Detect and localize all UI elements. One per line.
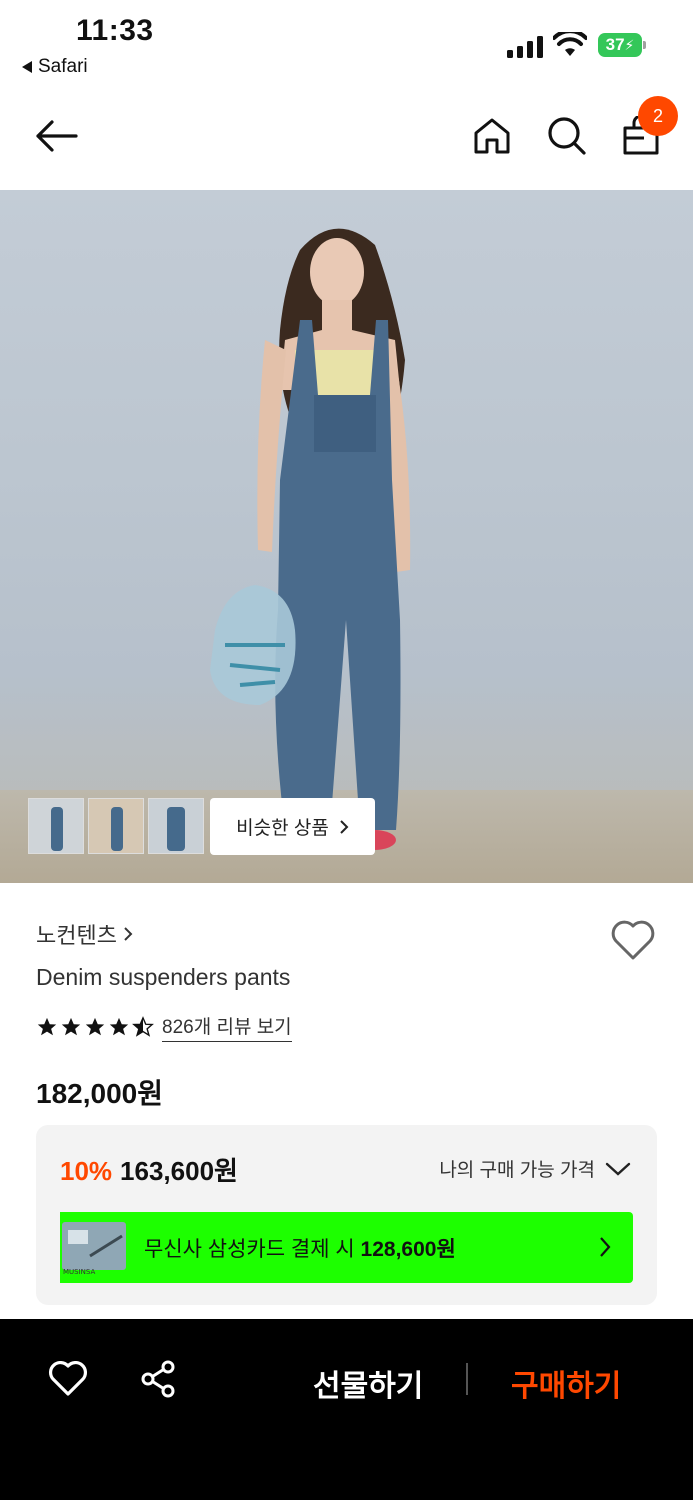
discount-price: 163,600원 bbox=[120, 1156, 238, 1186]
home-button[interactable] bbox=[468, 112, 516, 160]
cart-count-badge: 2 bbox=[638, 96, 678, 136]
chevron-right-icon bbox=[124, 927, 133, 941]
cellular-signal-icon bbox=[507, 34, 543, 58]
wifi-icon bbox=[553, 32, 587, 56]
price-box: 10% 163,600원 나의 구매 가능 가격 MUSINSA 무신사 삼성카드… bbox=[36, 1125, 657, 1305]
star-icon bbox=[37, 1017, 57, 1036]
thumbnail-3[interactable] bbox=[148, 798, 204, 854]
heart-icon[interactable] bbox=[610, 918, 656, 962]
similar-products-label: 비슷한 상품 bbox=[236, 818, 329, 839]
half-star-icon bbox=[132, 1016, 154, 1037]
my-price-toggle[interactable]: 나의 구매 가능 가격 bbox=[439, 1155, 631, 1182]
back-button[interactable] bbox=[32, 112, 80, 160]
card-offer-text: 무신사 삼성카드 결제 시 128,600원 bbox=[144, 1233, 456, 1263]
battery-level: 37 bbox=[605, 35, 625, 54]
thumbnail-strip bbox=[28, 798, 204, 854]
chevron-down-icon bbox=[605, 1162, 631, 1176]
like-button[interactable] bbox=[44, 1355, 92, 1403]
back-triangle-icon bbox=[22, 61, 32, 73]
thumbnail-1[interactable] bbox=[28, 798, 84, 854]
gift-button[interactable]: 선물하기 bbox=[313, 1361, 423, 1405]
status-bar: 11:33 Safari 37 ⚡ bbox=[0, 0, 693, 90]
status-time: 11:33 bbox=[76, 14, 154, 47]
heart-icon bbox=[49, 1361, 87, 1396]
discount-rate: 10% bbox=[60, 1156, 113, 1186]
card-offer-banner[interactable]: MUSINSA 무신사 삼성카드 결제 시 128,600원 bbox=[60, 1212, 633, 1283]
model-illustration bbox=[210, 228, 411, 850]
card-offer-prefix: 무신사 삼성카드 결제 시 bbox=[144, 1237, 361, 1261]
search-button[interactable] bbox=[543, 112, 591, 160]
share-icon bbox=[141, 1360, 175, 1398]
star-icon bbox=[61, 1017, 81, 1036]
star-icon bbox=[85, 1017, 105, 1036]
search-icon bbox=[548, 117, 586, 155]
buy-button[interactable]: 구매하기 bbox=[511, 1361, 621, 1405]
button-divider bbox=[466, 1363, 468, 1395]
star-icon bbox=[109, 1017, 129, 1036]
arrow-left-icon bbox=[36, 120, 78, 152]
chevron-right-icon bbox=[340, 819, 349, 834]
rating-row: 826개 리뷰 보기 bbox=[36, 1012, 292, 1042]
discount-row: 10% 163,600원 bbox=[60, 1151, 238, 1188]
charging-bolt-icon: ⚡ bbox=[624, 36, 635, 53]
top-navigation bbox=[0, 92, 693, 188]
home-icon bbox=[474, 118, 510, 154]
chevron-right-icon bbox=[600, 1237, 611, 1257]
product-main-image[interactable]: 비슷한 상품 bbox=[0, 190, 693, 883]
product-name: Denim suspenders pants bbox=[36, 964, 291, 990]
my-price-label: 나의 구매 가능 가격 bbox=[439, 1160, 595, 1181]
share-button[interactable] bbox=[134, 1355, 182, 1403]
card-offer-price: 128,600원 bbox=[360, 1237, 456, 1261]
similar-products-button[interactable]: 비슷한 상품 bbox=[210, 798, 375, 855]
original-price: 182,000원 bbox=[36, 1078, 163, 1109]
brand-name: 노컨텐츠 bbox=[36, 923, 117, 948]
svg-text:MUSINSA: MUSINSA bbox=[63, 1268, 95, 1276]
credit-card-image: MUSINSA bbox=[60, 1212, 130, 1283]
brand-link[interactable]: 노컨텐츠 bbox=[36, 918, 133, 950]
review-link[interactable]: 826개 리뷰 보기 bbox=[162, 1012, 292, 1042]
thumbnail-2[interactable] bbox=[88, 798, 144, 854]
bottom-action-bar: 선물하기 구매하기 bbox=[0, 1319, 693, 1500]
battery-icon: 37 ⚡ bbox=[598, 33, 646, 57]
star-rating bbox=[36, 1016, 154, 1038]
back-to-safari[interactable]: Safari bbox=[22, 56, 88, 78]
back-app-label: Safari bbox=[38, 56, 88, 77]
